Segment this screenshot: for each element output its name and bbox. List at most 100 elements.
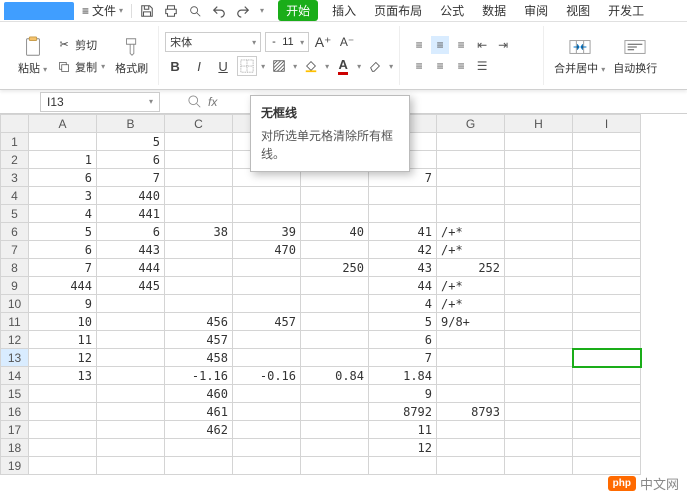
col-header[interactable]: H	[505, 115, 573, 133]
distribute-icon[interactable]: ☰	[473, 57, 491, 75]
cell[interactable]: 0.84	[301, 367, 369, 385]
cell[interactable]: 445	[97, 277, 165, 295]
cell[interactable]	[165, 457, 233, 475]
cell[interactable]: 457	[233, 313, 301, 331]
cell[interactable]: 1.84	[369, 367, 437, 385]
cell[interactable]: 41	[369, 223, 437, 241]
cell[interactable]	[233, 259, 301, 277]
cell[interactable]: 9	[369, 385, 437, 403]
cell[interactable]	[233, 187, 301, 205]
cell[interactable]: 1	[29, 151, 97, 169]
undo-icon[interactable]	[212, 4, 226, 18]
tab-page-layout[interactable]: 页面布局	[374, 2, 422, 19]
cell[interactable]	[573, 223, 641, 241]
qat-more[interactable]: ▾	[260, 6, 264, 15]
cell[interactable]	[29, 403, 97, 421]
cell[interactable]	[233, 385, 301, 403]
row-header[interactable]: 14	[1, 367, 29, 385]
cell[interactable]	[301, 385, 369, 403]
cell[interactable]	[97, 331, 165, 349]
cell[interactable]	[505, 313, 573, 331]
cell[interactable]: 460	[165, 385, 233, 403]
align-left-icon[interactable]: ≡	[410, 57, 428, 75]
tab-formulas[interactable]: 公式	[440, 2, 464, 19]
tab-review[interactable]: 审阅	[524, 2, 548, 19]
cell[interactable]: 8793	[437, 403, 505, 421]
row-header[interactable]: 1	[1, 133, 29, 151]
italic-button[interactable]: I	[189, 56, 209, 76]
cell[interactable]: -1.16	[165, 367, 233, 385]
cell[interactable]	[97, 313, 165, 331]
name-box[interactable]: I13 ▾	[40, 92, 160, 112]
cell[interactable]	[437, 349, 505, 367]
cell[interactable]: 42	[369, 241, 437, 259]
bold-button[interactable]: B	[165, 56, 185, 76]
cell[interactable]	[437, 151, 505, 169]
cell[interactable]	[505, 403, 573, 421]
row-header[interactable]: 13	[1, 349, 29, 367]
cell[interactable]: 252	[437, 259, 505, 277]
cell[interactable]: 6	[97, 151, 165, 169]
cell[interactable]: 6	[29, 169, 97, 187]
align-middle-icon[interactable]: ≡	[431, 36, 449, 54]
format-painter-button[interactable]: 格式刷	[111, 34, 152, 78]
cell[interactable]	[505, 259, 573, 277]
cell[interactable]: 13	[29, 367, 97, 385]
cell[interactable]: /+*	[437, 241, 505, 259]
cell[interactable]: 5	[97, 133, 165, 151]
col-header[interactable]: C	[165, 115, 233, 133]
cell[interactable]	[505, 349, 573, 367]
cell[interactable]: 6	[29, 241, 97, 259]
cell[interactable]	[301, 241, 369, 259]
cell[interactable]: /+*	[437, 223, 505, 241]
cell[interactable]	[301, 277, 369, 295]
cell[interactable]	[573, 205, 641, 223]
cell[interactable]	[301, 187, 369, 205]
cell[interactable]	[437, 169, 505, 187]
cell[interactable]: 457	[165, 331, 233, 349]
cell[interactable]	[301, 421, 369, 439]
cell[interactable]: 441	[97, 205, 165, 223]
cell[interactable]	[165, 277, 233, 295]
file-menu[interactable]: ≡ 文件 ▾	[82, 2, 123, 19]
cell[interactable]: 250	[301, 259, 369, 277]
border-dropdown[interactable]: ▾	[261, 62, 265, 71]
cell[interactable]	[233, 439, 301, 457]
row-header[interactable]: 7	[1, 241, 29, 259]
cell[interactable]: 456	[165, 313, 233, 331]
cell[interactable]	[369, 187, 437, 205]
fx-icon[interactable]: fx	[208, 95, 217, 109]
indent-decrease-icon[interactable]: ⇤	[473, 36, 491, 54]
merge-center-button[interactable]: 合并居中 ▾	[550, 34, 609, 78]
cell[interactable]: 11	[29, 331, 97, 349]
row-header[interactable]: 15	[1, 385, 29, 403]
cell[interactable]	[573, 421, 641, 439]
cell[interactable]	[437, 457, 505, 475]
cell[interactable]: 10	[29, 313, 97, 331]
cell[interactable]	[437, 367, 505, 385]
cell[interactable]	[505, 205, 573, 223]
cell[interactable]	[301, 457, 369, 475]
cell[interactable]	[437, 187, 505, 205]
row-header[interactable]: 2	[1, 151, 29, 169]
tab-start[interactable]: 开始	[278, 0, 318, 21]
align-bottom-icon[interactable]: ≡	[452, 36, 470, 54]
redo-icon[interactable]	[236, 4, 250, 18]
tab-data[interactable]: 数据	[482, 2, 506, 19]
cell[interactable]	[165, 439, 233, 457]
cell[interactable]: 9/8+	[437, 313, 505, 331]
row-header[interactable]: 19	[1, 457, 29, 475]
cell[interactable]	[97, 457, 165, 475]
align-right-icon[interactable]: ≡	[452, 57, 470, 75]
cell[interactable]	[505, 151, 573, 169]
indent-increase-icon[interactable]: ⇥	[494, 36, 512, 54]
cell[interactable]	[505, 331, 573, 349]
cell[interactable]	[165, 133, 233, 151]
tab-insert[interactable]: 插入	[332, 2, 356, 19]
print-icon[interactable]	[164, 4, 178, 18]
cell[interactable]: 8792	[369, 403, 437, 421]
cell[interactable]: 9	[29, 295, 97, 313]
cell[interactable]	[437, 205, 505, 223]
zoom-icon[interactable]	[188, 95, 202, 109]
cell[interactable]	[97, 421, 165, 439]
